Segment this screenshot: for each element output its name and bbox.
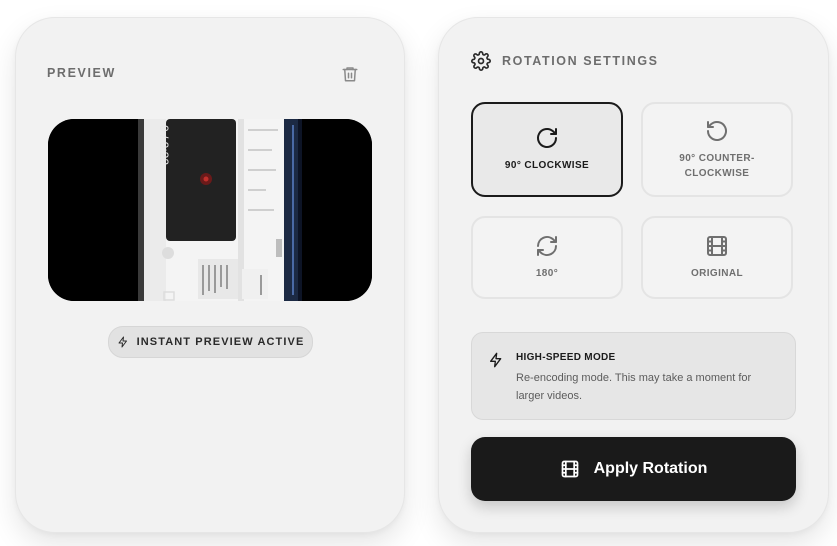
option-label: 90° COUNTER-CLOCKWISE: [679, 152, 755, 179]
refresh-icon: [537, 236, 557, 256]
apply-rotation-label: Apply Rotation: [593, 460, 708, 477]
gear-icon: [471, 51, 491, 71]
option-180[interactable]: 180°: [471, 216, 623, 299]
preview-title: PREVIEW: [47, 66, 116, 80]
high-speed-mode-box: HIGH-SPEED MODE Re-encoding mode. This m…: [471, 332, 796, 420]
bolt-icon: [490, 352, 502, 368]
instant-preview-label: INSTANT PREVIEW ACTIVE: [136, 336, 305, 348]
film-icon: [561, 460, 578, 478]
high-speed-mode-title: HIGH-SPEED MODE: [516, 352, 616, 363]
video-preview[interactable]: 0 / 0:22: [48, 119, 372, 301]
option-90-clockwise[interactable]: 90° CLOCKWISE: [471, 102, 623, 197]
high-speed-mode-description: Re-encoding mode. This may take a moment…: [516, 372, 752, 402]
rotation-settings-title: ROTATION SETTINGS: [502, 54, 659, 68]
video-timecode: 0 / 0:22: [157, 125, 171, 165]
rotation-settings-card: ROTATION SETTINGS 90° CLOCKWISE 90° COUN…: [438, 17, 829, 533]
option-label: 180°: [535, 268, 559, 279]
bolt-icon: [118, 336, 127, 348]
preview-card: PREVIEW 0 / 0:22 INSTANT PREVIEW ACTIVE: [15, 17, 405, 533]
delete-button[interactable]: [338, 62, 362, 86]
apply-rotation-button[interactable]: Apply Rotation: [471, 437, 796, 501]
option-label: ORIGINAL: [690, 268, 744, 279]
rotated-video-frame: 0 / 0:22: [48, 119, 372, 301]
option-90-counter-clockwise[interactable]: 90° COUNTER-CLOCKWISE: [641, 102, 793, 197]
trash-icon: [342, 67, 358, 82]
rotate-ccw-icon: [707, 120, 727, 141]
option-original[interactable]: ORIGINAL: [641, 216, 793, 299]
option-label: 90° CLOCKWISE: [504, 160, 590, 171]
film-icon: [707, 236, 727, 256]
rotate-cw-icon: [537, 128, 557, 148]
instant-preview-badge: INSTANT PREVIEW ACTIVE: [108, 326, 313, 358]
